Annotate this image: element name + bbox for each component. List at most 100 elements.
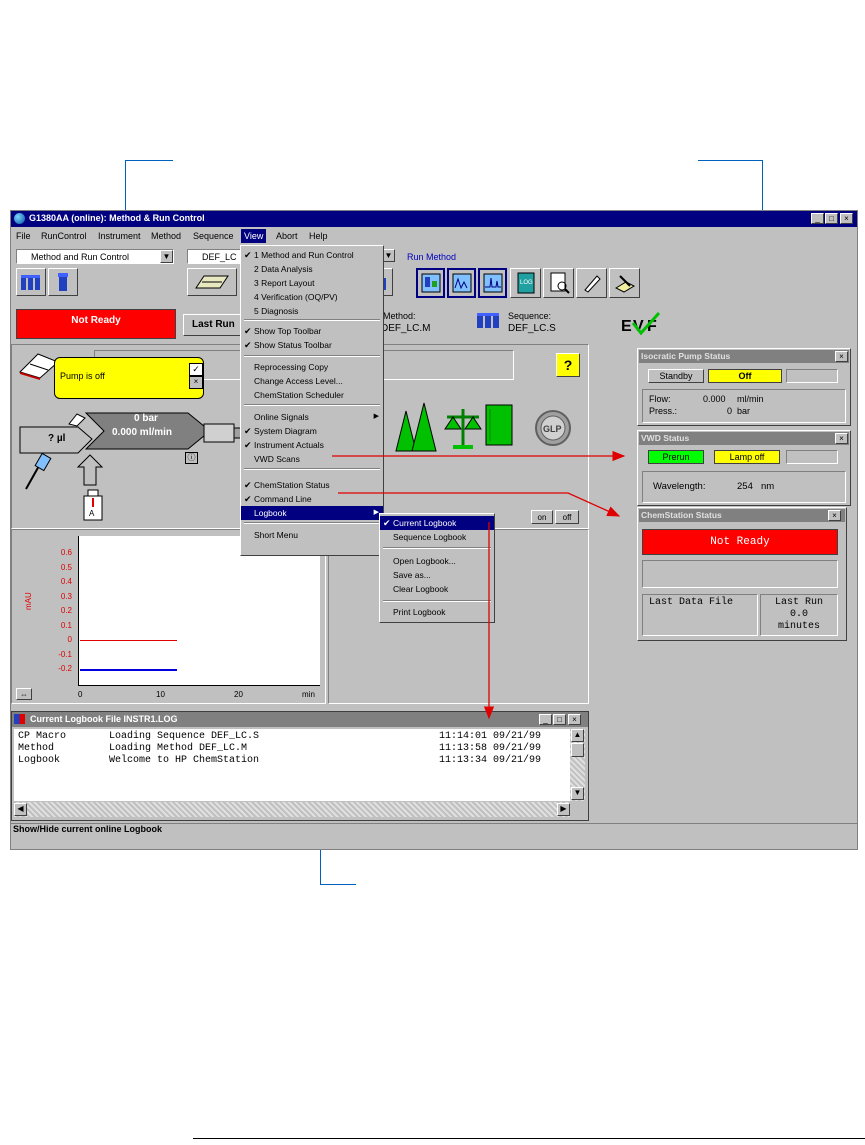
menu-abort[interactable]: Abort	[276, 231, 298, 241]
svg-text:E: E	[621, 318, 632, 335]
toolbar-sign-button[interactable]	[576, 268, 607, 298]
logbook-menu-item[interactable]: Sequence Logbook	[380, 530, 494, 544]
view-menu-item[interactable]: ✔ Show Top Toolbar	[241, 324, 383, 338]
logbook-menu-item[interactable]: Clear Logbook	[380, 582, 494, 596]
log-book-icon: LOG	[517, 272, 534, 294]
signal-icon	[452, 273, 471, 293]
logbook-close-button[interactable]: ×	[568, 714, 581, 725]
chemstation-message-field	[642, 560, 838, 588]
method-select[interactable]: DEF_LC	[187, 249, 243, 264]
tooltip-checkbox-icon[interactable]: ✓	[189, 363, 203, 376]
pump-tooltip: Pump is off ✓ ×	[54, 357, 204, 399]
callout-line-right	[698, 160, 762, 161]
detector-off-button[interactable]: off	[555, 510, 579, 524]
view-menu-item-label: 2 Data Analysis	[254, 264, 313, 274]
view-menu-item[interactable]: ✔ Command Line	[241, 492, 383, 506]
toolbar-vials-button[interactable]	[16, 268, 46, 296]
column-info-icon[interactable]: ⓘ	[185, 452, 198, 464]
logbook-window-icon	[14, 714, 25, 724]
view-menu-item-label: Command Line	[254, 494, 312, 504]
chemstation-status-title: ChemStation Status	[641, 510, 722, 520]
checkmark-icon: ✔	[244, 426, 252, 436]
menu-method[interactable]: Method	[151, 231, 181, 241]
menu-file[interactable]: File	[16, 231, 31, 241]
chromatogram-icon	[483, 273, 502, 293]
sequence-vials-icon	[477, 313, 499, 328]
view-menu-item[interactable]: Reprocessing Copy	[241, 360, 383, 374]
log-message: Loading Method DEF_LC.M	[109, 743, 248, 754]
view-menu-item[interactable]: Change Access Level...	[241, 374, 383, 388]
chemstation-status-close-button[interactable]: ×	[828, 510, 841, 521]
tooltip-close-icon[interactable]: ×	[189, 376, 203, 389]
pump-status-close-button[interactable]: ×	[835, 351, 848, 362]
view-menu-item[interactable]: ChemStation Scheduler	[241, 388, 383, 402]
toolbar-print-button[interactable]	[609, 268, 640, 298]
flow-value: 0.000	[703, 394, 726, 404]
menu-view[interactable]: View	[241, 229, 267, 243]
pen-hand-icon	[583, 275, 601, 293]
menu-separator	[244, 319, 380, 321]
plot-zoom-button[interactable]: ⇔	[16, 688, 32, 700]
callout-line-bottom	[320, 884, 356, 885]
menu-runcontrol[interactable]: RunControl	[41, 231, 87, 241]
detector-on-button[interactable]: on	[531, 510, 553, 524]
toolbar-logbook-button[interactable]: LOG	[510, 268, 541, 298]
view-menu-item[interactable]: 2 Data Analysis	[241, 262, 383, 276]
logbook-menu-item[interactable]: Open Logbook...	[380, 554, 494, 568]
load-method-button[interactable]	[187, 268, 237, 296]
logbook-hscrollbar[interactable]: ◀ ▶	[14, 802, 570, 817]
view-menu-item[interactable]: Short Menu	[241, 528, 383, 542]
toolbar-method-btn-3[interactable]	[478, 268, 507, 298]
view-menu-item[interactable]: VWD Scans	[241, 452, 383, 466]
y-tick: 0	[67, 635, 72, 644]
logbook-vscrollbar[interactable]: ▲ ▼	[570, 729, 585, 801]
svg-text:LOG: LOG	[520, 280, 533, 286]
status-bar: Show/Hide current online Logbook	[11, 823, 857, 836]
view-menu-item[interactable]: 3 Report Layout	[241, 276, 383, 290]
menu-help[interactable]: Help	[309, 231, 328, 241]
scroll-down-button[interactable]: ▼	[571, 787, 584, 800]
toolbar-method-btn-1[interactable]	[416, 268, 445, 298]
view-select[interactable]: Method and Run Control ▼	[16, 249, 174, 264]
vwd-status-close-button[interactable]: ×	[835, 433, 848, 444]
menu-separator	[244, 404, 380, 406]
toolbar-vial-button[interactable]	[48, 268, 78, 296]
toolbar-report-button[interactable]	[543, 268, 574, 298]
x-tick: 20	[234, 690, 243, 699]
scroll-up-button[interactable]: ▲	[571, 729, 584, 742]
checkmark-icon: ✔	[244, 440, 252, 450]
view-menu-item[interactable]: 5 Diagnosis	[241, 304, 383, 318]
logbook-menu-item[interactable]: Print Logbook	[380, 605, 494, 619]
view-menu-item[interactable]: Online Signals ▶	[241, 410, 383, 424]
pump-status-titlebar: Isocratic Pump Status ×	[639, 350, 849, 363]
view-menu-item[interactable]: ✔ Instrument Actuals	[241, 438, 383, 452]
view-select-arrow[interactable]: ▼	[160, 250, 173, 263]
maximize-button[interactable]: □	[825, 213, 838, 224]
view-menu-item[interactable]: 4 Verification (OQ/PV)	[241, 290, 383, 304]
logbook-minimize-button[interactable]: _	[539, 714, 552, 725]
scroll-right-button[interactable]: ▶	[557, 803, 570, 816]
minimize-button[interactable]: _	[811, 213, 824, 224]
chemstation-status-panel: ChemStation Status × Not Ready Last Data…	[637, 507, 847, 641]
menu-separator	[244, 468, 380, 470]
off-label: off	[562, 512, 572, 522]
toolbar-method-btn-2[interactable]	[447, 268, 476, 298]
view-menu-item[interactable]: ✔ System Diagram	[241, 424, 383, 438]
close-button[interactable]: ×	[840, 213, 853, 224]
help-button[interactable]: ?	[556, 353, 580, 377]
logbook-menu-item[interactable]: Save as...	[380, 568, 494, 582]
view-menu-item[interactable]: ✔ ChemStation Status	[241, 478, 383, 492]
menu-sequence[interactable]: Sequence	[193, 231, 234, 241]
menu-instrument[interactable]: Instrument	[98, 231, 141, 241]
view-menu-item[interactable]: ✔ Show Status Toolbar	[241, 338, 383, 352]
logbook-menu-item[interactable]: ✔ Current Logbook	[380, 516, 494, 530]
y-tick: 0.2	[60, 606, 72, 615]
scroll-left-button[interactable]: ◀	[14, 803, 27, 816]
scroll-thumb[interactable]	[571, 743, 584, 757]
log-time: 11:13:34 09/21/99	[439, 755, 542, 766]
view-menu-item-label: 4 Verification (OQ/PV)	[254, 292, 338, 302]
logbook-maximize-button[interactable]: □	[553, 714, 566, 725]
view-menu-item[interactable]: Logbook ▶	[241, 506, 383, 520]
pump-status-title: Isocratic Pump Status	[641, 351, 731, 361]
view-menu-item[interactable]: ✔ 1 Method and Run Control	[241, 248, 383, 262]
